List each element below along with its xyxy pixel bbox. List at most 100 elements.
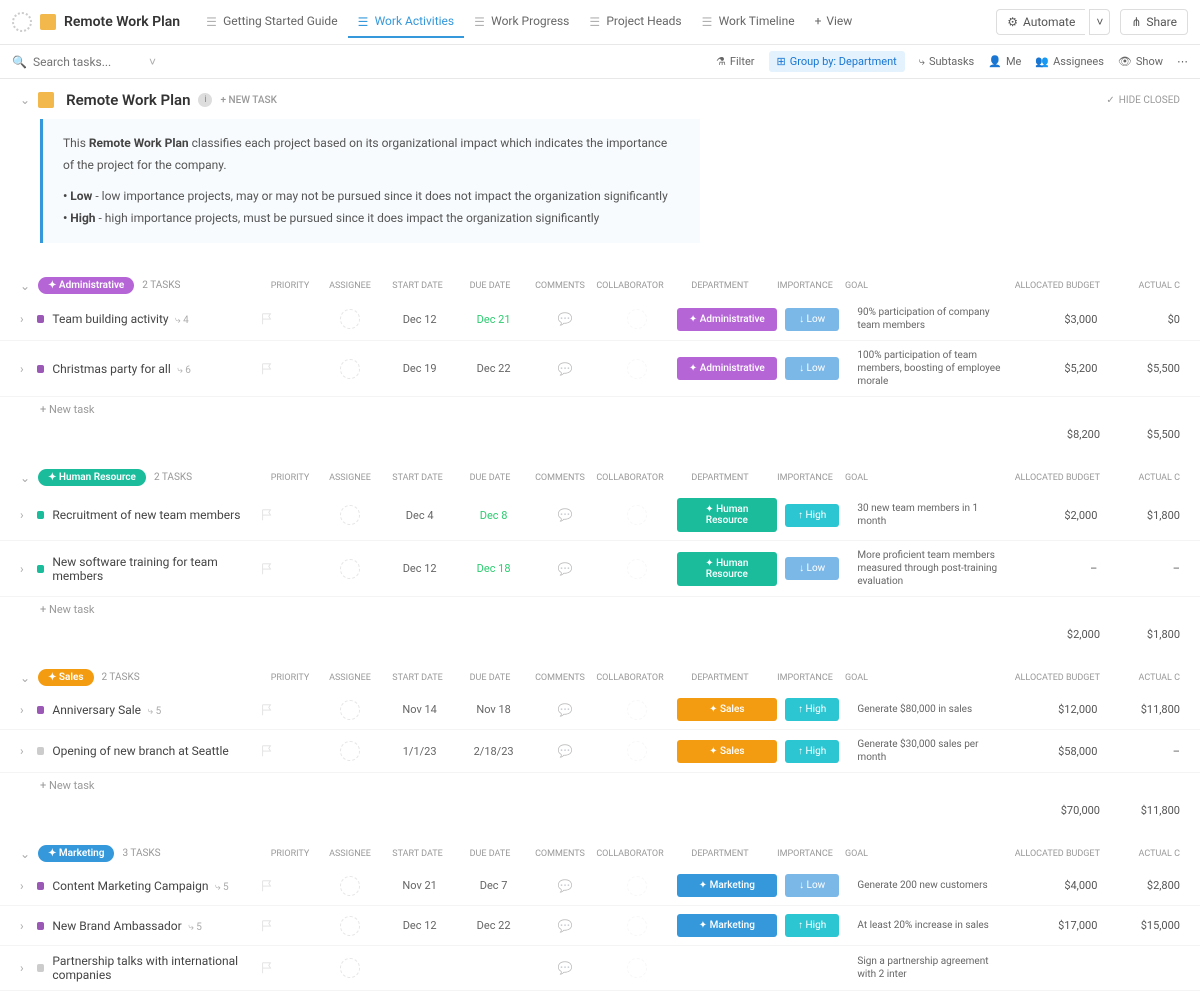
task-name[interactable]: Recruitment of new team members: [52, 508, 252, 522]
task-row[interactable]: ›Content Marketing Campaign ⤷ 5Nov 21Dec…: [0, 866, 1200, 906]
me-button[interactable]: 👤Me: [988, 55, 1021, 68]
task-name[interactable]: Team building activity ⤷ 4: [52, 312, 252, 326]
add-view-tab[interactable]: +View: [805, 6, 863, 38]
start-date[interactable]: 1/1/23: [386, 745, 454, 758]
priority-flag-icon[interactable]: [260, 744, 274, 758]
group-collapse-icon[interactable]: ⌄: [20, 671, 30, 685]
assignee-avatar[interactable]: [340, 359, 360, 379]
priority-flag-icon[interactable]: [260, 961, 274, 975]
expand-icon[interactable]: ›: [20, 879, 29, 893]
collaborator-avatar[interactable]: [627, 876, 647, 896]
due-date[interactable]: Dec 22: [462, 362, 526, 375]
status-checkbox[interactable]: [37, 706, 44, 714]
comments-icon[interactable]: 💬: [533, 562, 597, 576]
due-date[interactable]: Dec 7: [462, 879, 526, 892]
more-button[interactable]: ⋯: [1177, 55, 1188, 68]
subtasks-button[interactable]: ⤷Subtasks: [919, 55, 974, 69]
assignee-avatar[interactable]: [340, 741, 360, 761]
expand-icon[interactable]: ›: [20, 961, 29, 975]
search-chevron-icon[interactable]: ˅: [149, 55, 156, 69]
assignee-avatar[interactable]: [340, 700, 360, 720]
expand-icon[interactable]: ›: [20, 744, 29, 758]
department-pill[interactable]: ✦ Sales: [677, 740, 777, 763]
collaborator-avatar[interactable]: [627, 359, 647, 379]
group-pill[interactable]: ✦ Human Resource: [38, 469, 146, 486]
assignee-avatar[interactable]: [340, 876, 360, 896]
due-date[interactable]: Dec 18: [462, 562, 526, 575]
automate-chevron[interactable]: ˅: [1089, 9, 1110, 35]
importance-pill[interactable]: ↓ Low: [785, 557, 840, 580]
share-button[interactable]: ⋔Share: [1120, 9, 1188, 35]
expand-icon[interactable]: ›: [20, 508, 29, 522]
importance-pill[interactable]: ↓ Low: [785, 357, 840, 380]
priority-flag-icon[interactable]: [260, 919, 274, 933]
collaborator-avatar[interactable]: [627, 505, 647, 525]
importance-pill[interactable]: ↓ Low: [785, 874, 840, 897]
comments-icon[interactable]: 💬: [533, 744, 597, 758]
workspace-title[interactable]: Remote Work Plan: [64, 14, 180, 30]
search-input[interactable]: [33, 55, 143, 69]
comments-icon[interactable]: 💬: [533, 879, 597, 893]
group-pill[interactable]: ✦ Administrative: [38, 277, 134, 294]
start-date[interactable]: Dec 12: [386, 313, 454, 326]
status-checkbox[interactable]: [37, 964, 44, 972]
start-date[interactable]: Dec 12: [386, 919, 454, 932]
collapse-icon[interactable]: ⌄: [20, 93, 30, 107]
expand-icon[interactable]: ›: [20, 312, 29, 326]
department-pill[interactable]: ✦ Human Resource: [677, 552, 777, 586]
status-checkbox[interactable]: [37, 315, 44, 323]
tab-work-progress[interactable]: ☰Work Progress: [464, 6, 579, 38]
priority-flag-icon[interactable]: [260, 703, 274, 717]
expand-icon[interactable]: ›: [20, 562, 29, 576]
priority-flag-icon[interactable]: [260, 879, 274, 893]
automate-button[interactable]: ⚙Automate: [996, 9, 1085, 35]
filter-button[interactable]: ⚗Filter: [716, 55, 754, 68]
new-task-button[interactable]: + New task: [0, 773, 1200, 798]
due-date[interactable]: 2/18/23: [462, 745, 526, 758]
assignee-avatar[interactable]: [340, 309, 360, 329]
status-checkbox[interactable]: [37, 747, 44, 755]
comments-icon[interactable]: 💬: [533, 508, 597, 522]
status-checkbox[interactable]: [37, 565, 44, 573]
due-date[interactable]: Nov 18: [462, 703, 526, 716]
task-name[interactable]: Opening of new branch at Seattle: [52, 744, 252, 758]
department-pill[interactable]: ✦ Marketing: [677, 914, 777, 937]
task-name[interactable]: New Brand Ambassador ⤷ 5: [52, 919, 252, 933]
hide-closed-button[interactable]: ✓HIDE CLOSED: [1106, 95, 1180, 106]
priority-flag-icon[interactable]: [260, 508, 274, 522]
start-date[interactable]: Nov 14: [386, 703, 454, 716]
importance-pill[interactable]: ↑ High: [785, 914, 840, 937]
new-task-button[interactable]: + New task: [0, 397, 1200, 422]
importance-pill[interactable]: ↑ High: [785, 740, 840, 763]
collaborator-avatar[interactable]: [627, 958, 647, 978]
collaborator-avatar[interactable]: [627, 741, 647, 761]
status-checkbox[interactable]: [37, 511, 44, 519]
task-row[interactable]: ›Recruitment of new team membersDec 4Dec…: [0, 490, 1200, 541]
app-logo-icon[interactable]: [12, 12, 32, 32]
new-task-header-button[interactable]: + NEW TASK: [220, 95, 276, 106]
department-pill[interactable]: ✦ Marketing: [677, 874, 777, 897]
show-button[interactable]: 👁Show: [1118, 55, 1163, 68]
due-date[interactable]: Dec 22: [462, 919, 526, 932]
assignee-avatar[interactable]: [340, 505, 360, 525]
importance-pill[interactable]: ↑ High: [785, 698, 840, 721]
group-collapse-icon[interactable]: ⌄: [20, 279, 30, 293]
status-checkbox[interactable]: [37, 365, 44, 373]
collaborator-avatar[interactable]: [627, 309, 647, 329]
department-pill[interactable]: ✦ Sales: [677, 698, 777, 721]
expand-icon[interactable]: ›: [20, 362, 29, 376]
importance-pill[interactable]: ↓ Low: [785, 308, 840, 331]
status-checkbox[interactable]: [37, 882, 44, 890]
expand-icon[interactable]: ›: [20, 919, 29, 933]
group-collapse-icon[interactable]: ⌄: [20, 847, 30, 861]
assignee-avatar[interactable]: [340, 958, 360, 978]
start-date[interactable]: Dec 12: [386, 562, 454, 575]
comments-icon[interactable]: 💬: [533, 703, 597, 717]
task-row[interactable]: ›Team building activity ⤷ 4Dec 12Dec 21💬…: [0, 298, 1200, 341]
task-row[interactable]: › Opening of new branch at Seattle 1/1/23 2…: [0, 730, 1200, 773]
info-icon[interactable]: i: [198, 93, 212, 107]
new-task-button[interactable]: + New task: [0, 597, 1200, 622]
collaborator-avatar[interactable]: [627, 559, 647, 579]
priority-flag-icon[interactable]: [260, 362, 274, 376]
start-date[interactable]: Nov 21: [386, 879, 454, 892]
